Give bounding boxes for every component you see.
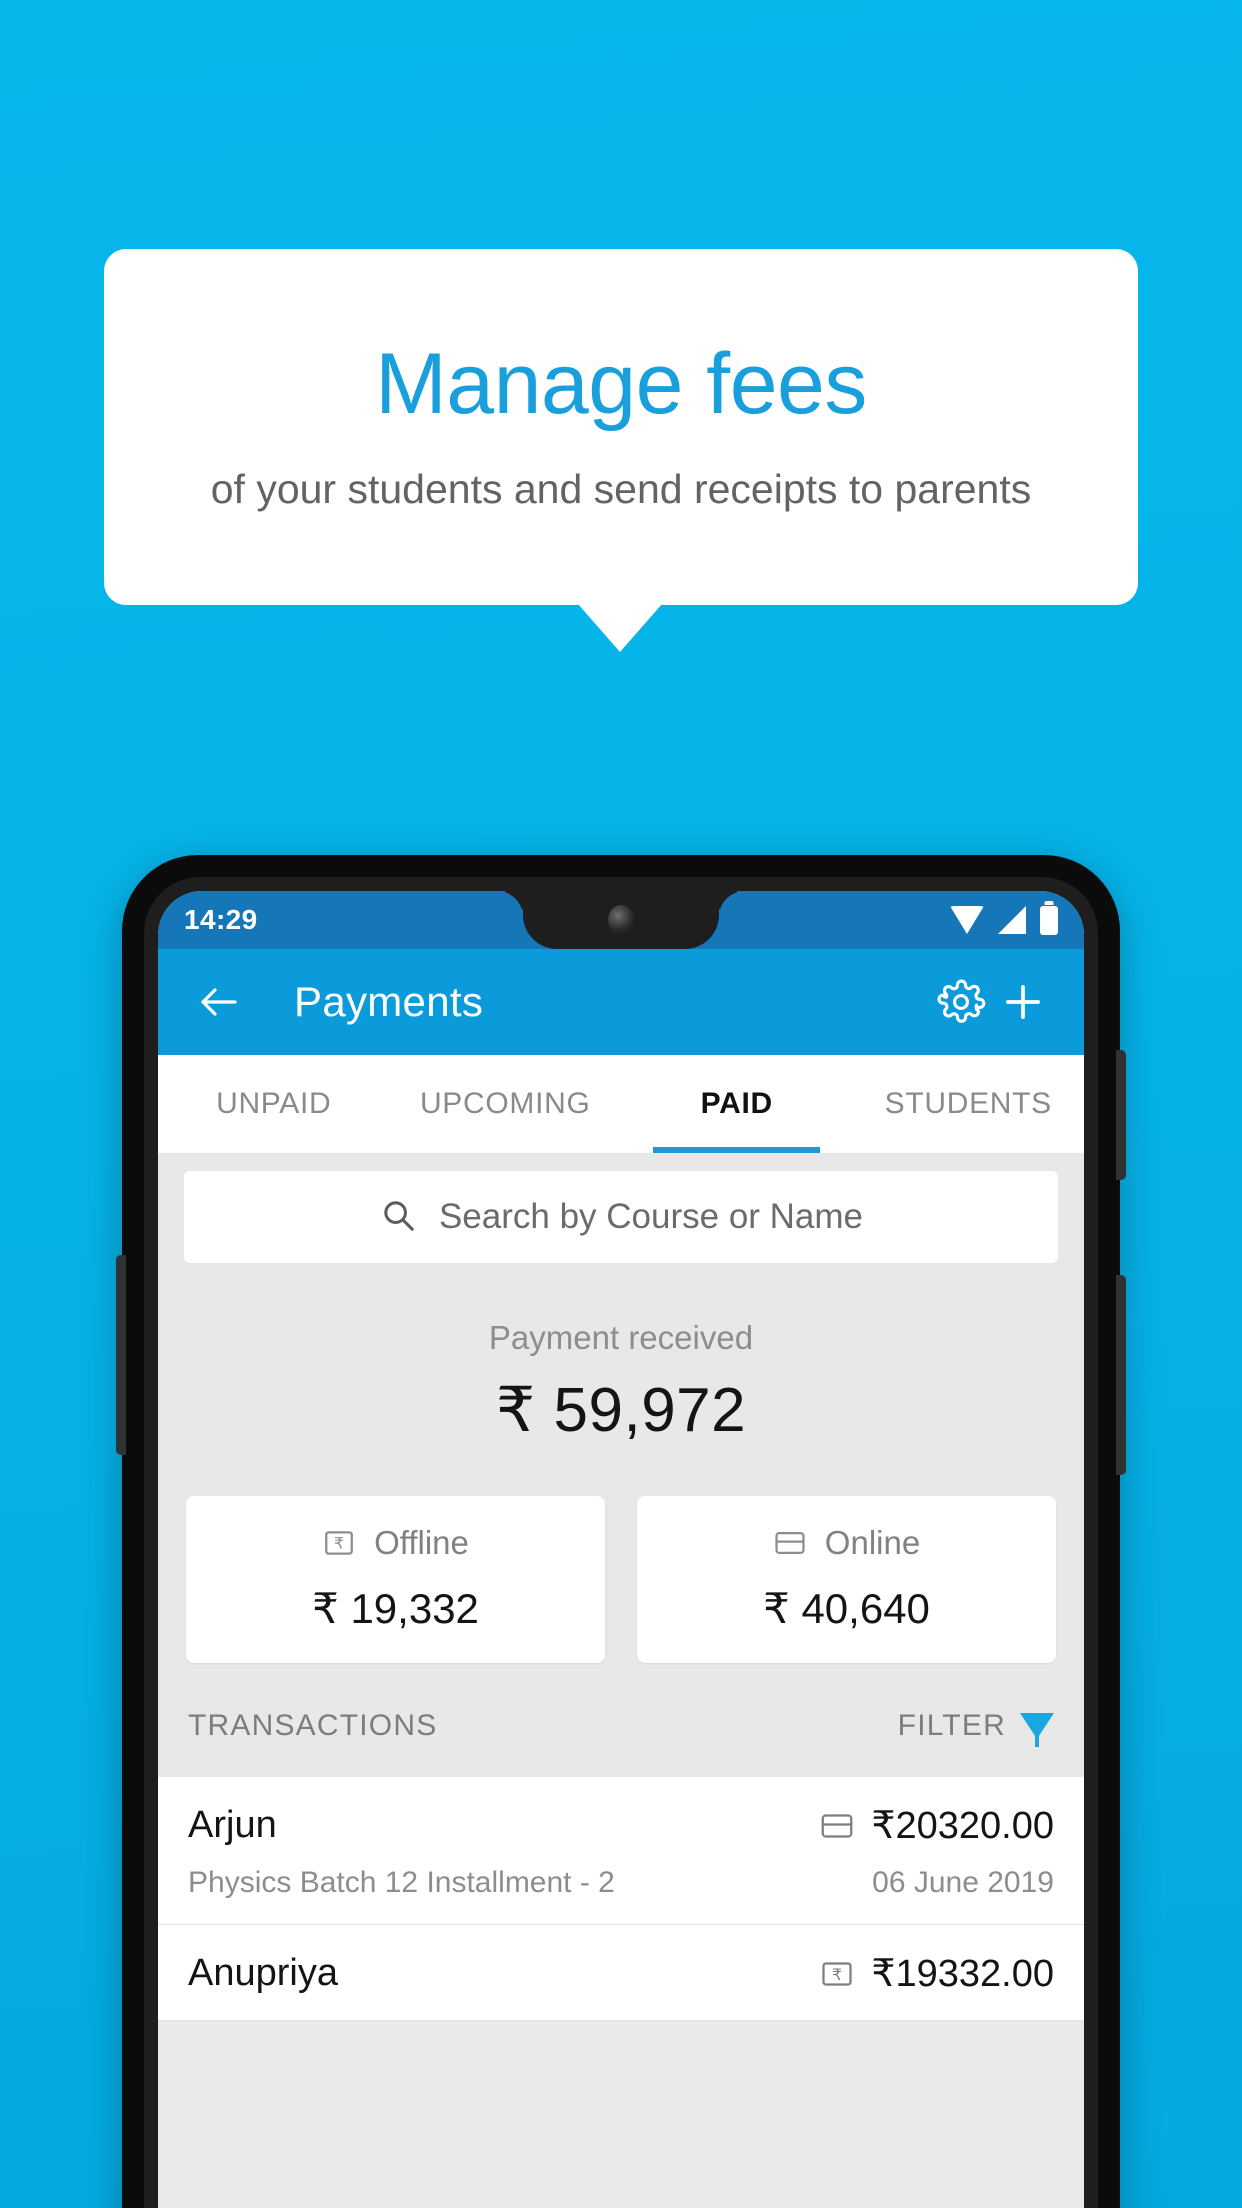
online-card[interactable]: Online ₹ 40,640 xyxy=(637,1496,1056,1663)
online-amount: ₹ 40,640 xyxy=(763,1585,930,1632)
table-row[interactable]: Anupriya ₹ ₹19332.00 xyxy=(158,1925,1084,2021)
offline-label: Offline xyxy=(374,1524,469,1561)
credit-card-icon xyxy=(819,1808,855,1844)
phone-mockup: 14:29 Payments UNPAID UPCOMING PAID STUD… xyxy=(116,855,1126,2208)
volume-button[interactable] xyxy=(116,1255,126,1455)
filter-button[interactable]: FILTER xyxy=(897,1709,1054,1747)
search-input[interactable]: Search by Course or Name xyxy=(184,1171,1058,1263)
promo-subtitle: of your students and send receipts to pa… xyxy=(210,466,1032,513)
transactions-label: TRANSACTIONS xyxy=(188,1709,438,1742)
promo-screenshot: Manage fees of your students and send re… xyxy=(0,0,1242,2208)
payment-received-label: Payment received xyxy=(488,1319,754,1356)
transactions-list: Arjun ₹20320.00 Physics Batch 12 Install… xyxy=(158,1777,1084,2021)
table-row[interactable]: Arjun ₹20320.00 Physics Batch 12 Install… xyxy=(158,1777,1084,1925)
payment-summary: Payment received ₹ 59,972 xyxy=(158,1263,1084,1456)
battery-icon xyxy=(1040,905,1058,935)
assistant-button[interactable] xyxy=(1116,1275,1126,1475)
svg-text:₹: ₹ xyxy=(334,1535,344,1553)
promo-bubble-tail xyxy=(578,604,662,652)
payment-breakdown: ₹ Offline ₹ 19,332 Online ₹ 40,640 xyxy=(158,1456,1084,1663)
credit-card-icon xyxy=(773,1526,807,1560)
app-bar: Payments xyxy=(158,949,1084,1055)
transaction-name: Anupriya xyxy=(188,1952,338,1994)
transaction-primary-line: Arjun ₹20320.00 xyxy=(188,1803,1054,1848)
tab-bar: UNPAID UPCOMING PAID STUDENTS xyxy=(158,1055,1084,1153)
phone-bezel: 14:29 Payments UNPAID UPCOMING PAID STUD… xyxy=(144,877,1098,2208)
signal-icon xyxy=(998,906,1026,934)
promo-title: Manage fees xyxy=(375,336,867,433)
tab-upcoming[interactable]: UPCOMING xyxy=(390,1055,622,1153)
phone-notch xyxy=(523,891,719,949)
plus-icon[interactable] xyxy=(992,971,1054,1033)
transactions-header: TRANSACTIONS FILTER xyxy=(158,1663,1084,1777)
promo-card: Manage fees of your students and send re… xyxy=(104,249,1138,605)
phone-screen: 14:29 Payments UNPAID UPCOMING PAID STUD… xyxy=(158,891,1084,2208)
front-camera-icon xyxy=(608,905,634,935)
tab-unpaid[interactable]: UNPAID xyxy=(158,1055,390,1153)
online-card-head: Online xyxy=(637,1524,1056,1562)
wifi-icon xyxy=(950,906,984,934)
offline-card[interactable]: ₹ Offline ₹ 19,332 xyxy=(186,1496,605,1663)
transaction-name: Arjun xyxy=(188,1804,277,1846)
gear-icon[interactable] xyxy=(930,971,992,1033)
offline-card-head: ₹ Offline xyxy=(186,1524,605,1562)
transaction-amount: ₹20320.00 xyxy=(871,1805,1054,1847)
rupee-note-icon: ₹ xyxy=(322,1526,356,1560)
paid-tab-content: Search by Course or Name Payment receive… xyxy=(158,1153,1084,2021)
payment-received-amount: ₹ 59,972 xyxy=(495,1376,747,1445)
transaction-secondary-line: Physics Batch 12 Installment - 2 06 June… xyxy=(188,1866,1054,1900)
search-area: Search by Course or Name xyxy=(158,1171,1084,1263)
transaction-amount: ₹19332.00 xyxy=(871,1953,1054,1995)
transaction-amount-group: ₹20320.00 xyxy=(819,1803,1054,1848)
rupee-note-icon: ₹ xyxy=(819,1956,855,1992)
tab-students[interactable]: STUDENTS xyxy=(853,1055,1085,1153)
status-bar: 14:29 xyxy=(158,891,1084,949)
page-title: Payments xyxy=(294,978,484,1025)
status-time: 14:29 xyxy=(184,904,258,935)
online-label: Online xyxy=(824,1524,921,1561)
offline-amount: ₹ 19,332 xyxy=(312,1585,479,1632)
status-icon-group xyxy=(950,905,1058,935)
filter-label: FILTER xyxy=(897,1709,1006,1742)
transaction-amount-group: ₹ ₹19332.00 xyxy=(819,1951,1054,1996)
transaction-date: 06 June 2019 xyxy=(872,1866,1054,1899)
transaction-primary-line: Anupriya ₹ ₹19332.00 xyxy=(188,1951,1054,1996)
svg-text:₹: ₹ xyxy=(832,1965,842,1984)
search-icon xyxy=(379,1196,417,1239)
search-placeholder: Search by Course or Name xyxy=(438,1197,864,1236)
tab-paid[interactable]: PAID xyxy=(621,1055,853,1153)
funnel-icon xyxy=(1020,1713,1054,1747)
transaction-description: Physics Batch 12 Installment - 2 xyxy=(188,1866,615,1899)
power-button[interactable] xyxy=(1116,1050,1126,1180)
back-arrow-icon[interactable] xyxy=(188,971,250,1033)
